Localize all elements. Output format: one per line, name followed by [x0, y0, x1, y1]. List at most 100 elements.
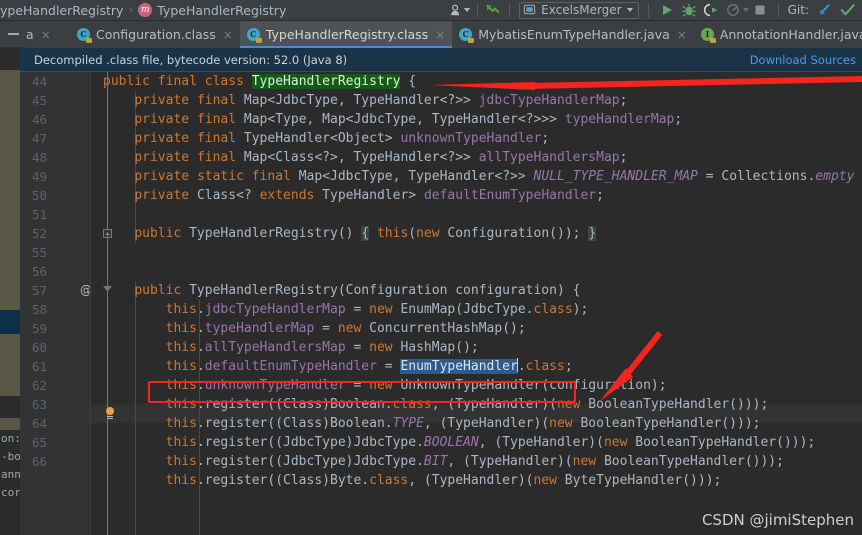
code-line-44[interactable]: public final class TypeHandlerRegistry {: [103, 72, 416, 91]
breadcrumb-separator-icon: ›: [128, 3, 134, 17]
code-line-59[interactable]: this.allTypeHandlersMap = new HashMap();: [103, 338, 479, 357]
line-number: 48: [31, 150, 47, 165]
collapse-dash: [7, 33, 19, 35]
stripe-segment-selected: [0, 310, 20, 334]
toolbar-right-group: ExcelsMerger Git:: [449, 0, 862, 21]
breadcrumb-parent[interactable]: ypeHandlerRegistry: [0, 3, 123, 18]
tab-clipped-left[interactable]: a ×: [26, 21, 70, 48]
user-avatar-icon[interactable]: [449, 0, 464, 21]
line-number: 47: [31, 131, 47, 146]
git-label: Git:: [787, 3, 809, 17]
line-number: 63: [31, 397, 47, 412]
code-line-50[interactable]: private Class<? extends TypeHandler> def…: [103, 186, 604, 205]
java-file-icon: C: [459, 27, 475, 43]
tab-close-icon[interactable]: ×: [41, 28, 51, 42]
toolbar-divider: [647, 2, 649, 18]
list-item[interactable]: anno: [0, 466, 20, 484]
line-number: 51: [31, 207, 47, 222]
code-line-49[interactable]: private static final Map<JdbcType, TypeH…: [103, 167, 854, 186]
line-number: 50: [31, 188, 47, 203]
run-config-label: ExcelsMerger: [541, 3, 622, 17]
stripe-segment: [0, 396, 20, 418]
class-file-icon: C: [77, 27, 92, 43]
class-file-icon: C: [246, 27, 262, 43]
tab-mybatisenumtypehandler-java[interactable]: C MybatisEnumTypeHandler.java ×: [452, 21, 694, 48]
decompiled-notification-bar: Decompiled .class file, bytecode version…: [20, 48, 862, 72]
notification-message: Decompiled .class file, bytecode version…: [34, 52, 348, 67]
run-with-coverage-icon[interactable]: [700, 0, 723, 21]
line-number: 66: [31, 454, 47, 469]
line-number: 62: [31, 378, 47, 393]
code-line-46[interactable]: private final Map<Type, Map<JdbcType, Ty…: [103, 110, 682, 129]
tab-label: AnnotationHandler.java: [719, 27, 862, 42]
code-line-63[interactable]: this.register((Class)Boolean.TYPE, (Type…: [103, 414, 761, 433]
editor-tab-bar: a × C Configuration.class × C TypeHandle…: [0, 21, 862, 48]
stop-square-icon: [749, 0, 771, 21]
run-config-chevron-down-icon[interactable]: [626, 8, 633, 12]
line-number: 49: [31, 169, 47, 184]
tab-label: TypeHandlerRegistry.class: [265, 27, 429, 42]
line-number: 61: [31, 359, 47, 374]
code-line-60[interactable]: this.defaultEnumTypeHandler = EnumTypeHa…: [103, 357, 573, 376]
tab-close-icon[interactable]: ×: [435, 28, 445, 42]
list-item[interactable]: on:3: [0, 430, 20, 448]
code-line-45[interactable]: private final Map<JdbcType, TypeHandler<…: [103, 91, 627, 110]
main-toolbar: ypeHandlerRegistry › m TypeHandlerRegist…: [0, 0, 862, 21]
code-line-51[interactable]: [103, 205, 111, 224]
profiler-icon: [723, 0, 743, 21]
run-configuration-selector[interactable]: ExcelsMerger: [519, 1, 639, 20]
code-line-65[interactable]: this.register((JdbcType)JdbcType.BIT, (T…: [103, 452, 784, 471]
tab-label: a: [26, 27, 34, 42]
code-line-57[interactable]: this.jdbcTypeHandlerMap = new EnumMap(Jd…: [103, 300, 589, 319]
interface-file-icon: I: [700, 27, 716, 43]
avatar-chevron-down-icon[interactable]: [464, 8, 471, 12]
tab-annotationhandler-java[interactable]: I AnnotationHandler.java ×: [693, 21, 862, 48]
line-number: 58: [31, 302, 47, 317]
code-line-52[interactable]: public TypeHandlerRegistry() { this(new …: [103, 224, 597, 243]
line-number: 56: [31, 264, 47, 279]
list-item[interactable]: core: [0, 484, 20, 502]
code-line-56[interactable]: public TypeHandlerRegistry(Configuration…: [103, 281, 580, 300]
code-content[interactable]: public final class TypeHandlerRegistry {…: [91, 72, 862, 535]
red-highlight-box: [148, 381, 576, 403]
line-number: 60: [31, 340, 47, 355]
run-config-icon: [523, 1, 536, 20]
method-badge-icon: m: [138, 3, 153, 17]
debug-bug-icon[interactable]: [678, 0, 700, 21]
tab-close-icon[interactable]: ×: [677, 28, 687, 42]
git-commit-check-icon[interactable]: [836, 0, 862, 21]
tab-configuration-class[interactable]: C Configuration.class ×: [70, 21, 240, 48]
line-number: 59: [31, 321, 47, 336]
list-item[interactable]: -boo: [0, 448, 20, 466]
run-play-icon[interactable]: [656, 0, 678, 21]
breadcrumb: ypeHandlerRegistry › m TypeHandlerRegist…: [0, 0, 286, 21]
code-line-55[interactable]: [103, 243, 111, 262]
line-number: 55: [31, 245, 47, 260]
toolbar-divider: [509, 2, 511, 18]
breadcrumb-member[interactable]: TypeHandlerRegistry: [157, 3, 286, 18]
selected-token[interactable]: EnumTypeHandler: [400, 359, 518, 374]
toolbar-divider: [477, 2, 479, 18]
code-editor[interactable]: 44 45 46 47 48 49 50 51 52 55 56 57 58 5…: [20, 72, 862, 535]
tab-typehandlerregistry-class[interactable]: C TypeHandlerRegistry.class ×: [239, 21, 453, 48]
download-sources-link[interactable]: Download Sources: [750, 53, 856, 67]
update-arrow-icon[interactable]: [485, 0, 502, 21]
line-number: 64: [31, 416, 47, 431]
code-line-48[interactable]: private final Map<Class<?>, TypeHandler<…: [103, 148, 627, 167]
watermark-text: CSDN @jimiStephen: [701, 511, 854, 529]
code-line-58[interactable]: this.typeHandlerMap = new ConcurrentHash…: [103, 319, 526, 338]
line-number: 52: [31, 226, 47, 241]
git-update-arrow-icon[interactable]: [813, 0, 836, 21]
line-number: 46: [31, 112, 47, 127]
code-line-66[interactable]: this.register((Class)Byte.class, (TypeHa…: [103, 471, 722, 490]
editor-gutter[interactable]: 44 45 46 47 48 49 50 51 52 55 56 57 58 5…: [20, 72, 114, 535]
left-tool-window-text[interactable]: on:3 -boo anno core: [0, 430, 20, 535]
collapse-all-icon[interactable]: [0, 21, 26, 47]
tab-label: Configuration.class: [96, 27, 216, 42]
line-number: 44: [31, 74, 47, 89]
code-line-64[interactable]: this.register((JdbcType)JdbcType.BOOLEAN…: [103, 433, 816, 452]
tab-label: MybatisEnumTypeHandler.java: [478, 27, 670, 42]
code-line-47[interactable]: private final TypeHandler<Object> unknow…: [103, 129, 549, 148]
tab-close-icon[interactable]: ×: [223, 28, 233, 42]
line-number: 65: [31, 435, 47, 450]
